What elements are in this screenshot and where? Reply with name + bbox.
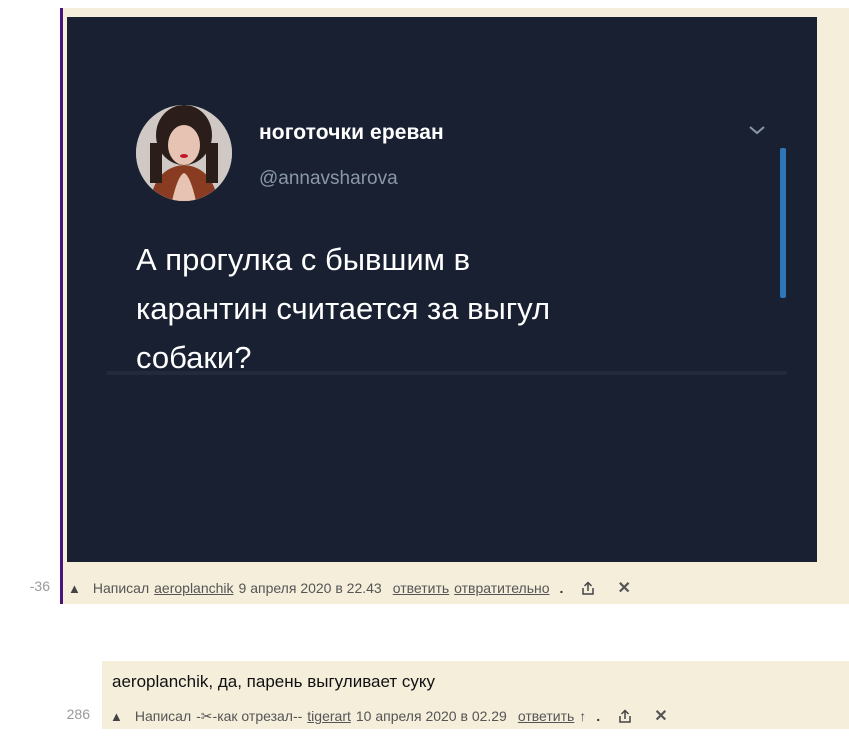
share-icon[interactable] [581, 581, 595, 595]
tweet-divider [107, 371, 787, 375]
reply-link[interactable]: ответить [393, 580, 449, 596]
close-icon[interactable]: ✕ [654, 706, 667, 726]
vote-link[interactable]: отвратительно [454, 580, 549, 596]
upvote-icon[interactable]: ▲ [110, 709, 123, 724]
comment-image[interactable]: ноготочки ереван @annavsharova А прогулк… [67, 17, 817, 562]
comment-date: 10 апреля 2020 в 02.29 [355, 708, 507, 724]
share-icon[interactable] [618, 709, 632, 723]
thread-indent-bar [60, 8, 63, 604]
reply-link[interactable]: ответить [518, 708, 574, 724]
author-link[interactable]: aeroplanchik [154, 580, 233, 596]
tweet-text-line: карантин считается за выгул [136, 291, 551, 326]
comment-score: 286 [66, 706, 90, 722]
comment-date: 9 апреля 2020 в 22.43 [238, 580, 382, 596]
dot-separator: . [559, 580, 564, 596]
comment-meta: ▲ Написал -✂-как отрезал-- tigerart 10 а… [110, 706, 668, 726]
tweet-text: А прогулка с бывшим в карантин считается… [136, 235, 756, 382]
author-title: -✂-как отрезал-- [196, 707, 303, 724]
comment-score: -36 [29, 578, 50, 594]
comment-meta: ▲ Написал aeroplanchik 9 апреля 2020 в 2… [68, 578, 631, 598]
close-icon[interactable]: ✕ [617, 578, 630, 598]
author-link[interactable]: tigerart [307, 708, 351, 724]
tweet-avatar [136, 105, 232, 201]
upvote-icon[interactable]: ▲ [68, 581, 81, 596]
tweet-author-handle: @annavsharova [259, 168, 398, 189]
tweet-text-line: А прогулка с бывшим в [136, 242, 471, 277]
wrote-label: Написал [92, 580, 150, 596]
chevron-down-icon [749, 126, 765, 135]
scrollbar [780, 148, 786, 298]
dot-separator: . [596, 708, 601, 724]
comment-text: aeroplanchik, да, парень выгуливает суку [112, 672, 436, 691]
tweet-author-name: ноготочки ереван [259, 121, 444, 144]
wrote-label: Написал [134, 708, 192, 724]
parent-arrow-icon[interactable]: ↑ [579, 708, 586, 724]
